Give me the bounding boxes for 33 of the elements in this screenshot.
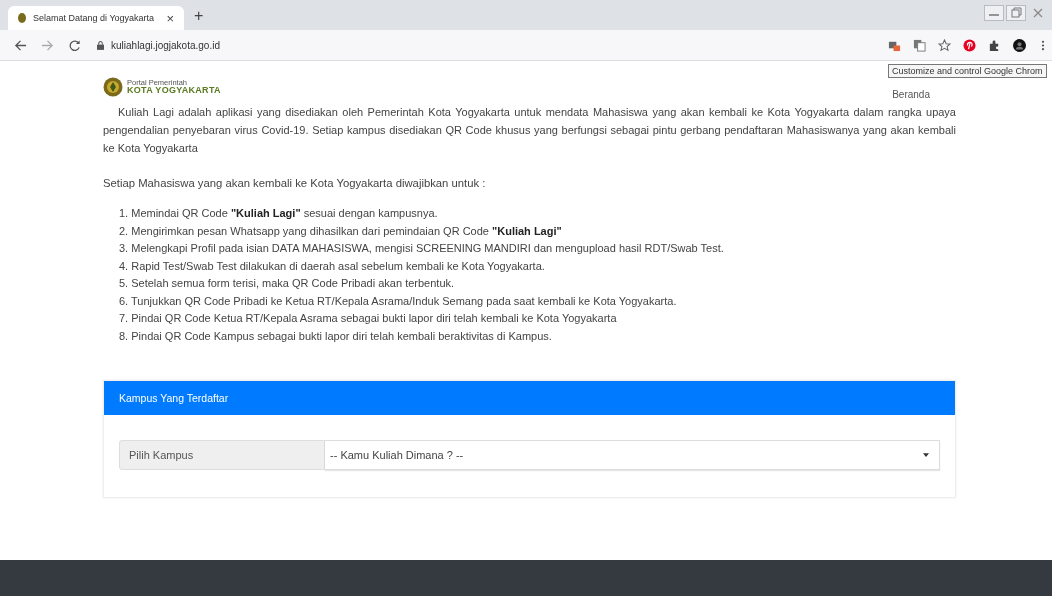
campus-select[interactable]: -- Kamu Kuliah Dimana ? -- bbox=[325, 440, 940, 470]
list-item: 8. Pindai QR Code Kampus sebagai bukti lapor diri telah kembali beraktivitas di Kampus. bbox=[119, 328, 553, 344]
list-item: 5. Setelah semua form terisi, maka QR Code Pribadi akan terbentuk. bbox=[119, 276, 456, 291]
field-label: Pilih Kampus bbox=[119, 440, 325, 470]
intro-paragraph: Kuliah Lagi adalah aplikasi yang disediakan oleh Pemerintah Kota Yogyakarta untuk mendata Mahasiswa yang akan kembali ke Kota Yogyakarta dalam rangka upaya pengendalian penyebaran virus Covid-19. Setiap kampus disediakan QR Code khusus yang berfungsi sebagai pintu gerbang pendaftaran Mahasiswanya yang akan kembali ke Kota Yogyakarta bbox=[103, 105, 956, 156]
tooltip: Customize and control Google Chrom bbox=[888, 64, 1047, 78]
home-link[interactable]: Beranda bbox=[892, 89, 930, 100]
instruction-text: Setiap Mahasiswa yang akan kembali ke Kota Yogyakarta diwajibkan untuk : bbox=[103, 177, 487, 189]
star-icon[interactable] bbox=[938, 38, 951, 52]
list-item: 7. Pindai QR Code Ketua RT/Kepala Asrama sebagai bukti lapor diri telah kembali ke Kota Yogyakarta bbox=[119, 311, 618, 326]
puzzle-icon[interactable] bbox=[988, 38, 1001, 52]
list-item: 4. Rapid Test/Swab Test dilakukan di daerah asal sebelum kembali ke Kota Yogyakarta. bbox=[119, 258, 546, 274]
menu-icon[interactable] bbox=[1040, 38, 1046, 52]
reload-icon[interactable] bbox=[68, 38, 81, 52]
list-item: 3. Melengkapi Profil pada isian DATA MAHASISWA, mengisi SCREENING MANDIRI dan mengupload hasil RDT/Swab Test. bbox=[119, 241, 725, 256]
caret-icon bbox=[923, 453, 929, 457]
new-tab-button[interactable]: + bbox=[194, 7, 204, 25]
minimize-icon[interactable] bbox=[984, 5, 1004, 21]
logo-title: KOTA YOGYAKARTA bbox=[127, 86, 221, 96]
card-header: Kampus Yang Terdaftar bbox=[104, 381, 955, 415]
list-item: 2. Mengirimkan pesan Whatsapp yang dihasilkan dari pemindaian QR Code "Kuliah Lagi" bbox=[119, 223, 563, 239]
url-text: kuliahlagi.jogjakota.go.id bbox=[111, 39, 220, 51]
profile-avatar-icon[interactable] bbox=[1013, 38, 1026, 52]
browser-tab[interactable]: Selamat Datang di Yogyakarta × bbox=[8, 6, 184, 30]
pin-icon[interactable] bbox=[963, 38, 976, 52]
tab-title: Selamat Datang di Yogyakarta bbox=[33, 13, 155, 23]
close-tab-button[interactable]: × bbox=[166, 10, 174, 26]
select-value: -- Kamu Kuliah Dimana ? -- bbox=[330, 449, 465, 461]
back-arrow-icon[interactable] bbox=[14, 38, 27, 52]
list-item: 1. Memindai QR Code "Kuliah Lagi" sesuai dengan kampusnya. bbox=[119, 206, 439, 221]
list-item: 6. Tunjukkan QR Code Pribadi ke Ketua RT/Kepala Asrama/Induk Semang pada saat kembali ke Kota Yogyakarta. bbox=[119, 293, 678, 309]
lock-icon bbox=[97, 40, 104, 50]
restore-icon[interactable] bbox=[1006, 5, 1026, 21]
